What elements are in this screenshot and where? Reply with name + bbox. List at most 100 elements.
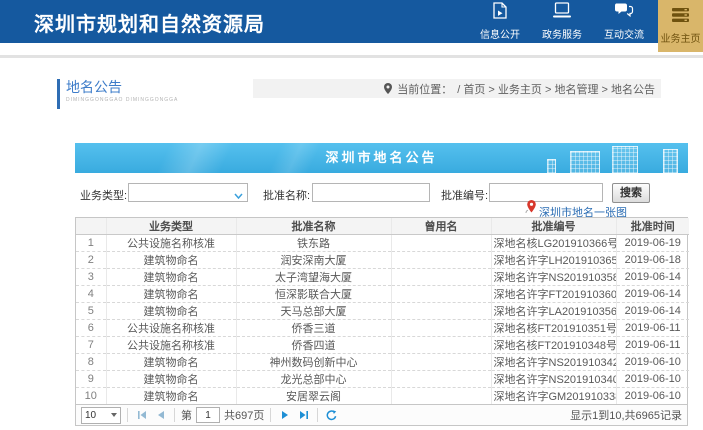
nav-item-interaction[interactable]: 互动交流 [593, 0, 655, 43]
table-cell: 2019-06-11 [616, 337, 689, 354]
table-row[interactable]: 10建筑物命名安居翠云阁深地名许字GM201910338号2019-06-10 [76, 388, 689, 405]
nav-item-business-home[interactable]: 业务主页 [658, 0, 703, 52]
table-cell: 侨香四道 [236, 337, 391, 354]
banner-title: 深圳市地名公告 [75, 143, 688, 173]
column-header: 批准编号 [491, 218, 616, 235]
table-cell: 建筑物命名 [106, 252, 236, 269]
table-row[interactable]: 7公共设施名称核准侨香四道深地名核FT201910348号2019-06-11 [76, 337, 689, 354]
table-cell [391, 354, 491, 371]
table-cell [391, 371, 491, 388]
section-accent-bar [57, 79, 60, 109]
approved-name-label: 批准名称: [263, 187, 310, 203]
nav-label: 信息公开 [480, 26, 520, 41]
nav-label: 业务主页 [661, 30, 701, 45]
table-cell: 龙光总部中心 [236, 371, 391, 388]
table-row[interactable]: 6公共设施名称核准侨香三道 深地名核FT201910351号2019-06-11 [76, 320, 689, 337]
table-cell: 2019-06-10 [616, 371, 689, 388]
table-cell: 建筑物命名 [106, 303, 236, 320]
header-nav: 信息公开 政务服务 互动交流 [469, 0, 655, 43]
first-page-button[interactable] [134, 407, 149, 423]
table-row[interactable]: 4建筑物命名恒深影联合大厦深地名许字FT201910360号2019-06-14 [76, 286, 689, 303]
header-divider [0, 55, 703, 58]
approved-name-input[interactable] [313, 184, 429, 201]
row-index: 5 [76, 303, 106, 320]
chevron-down-icon [234, 190, 243, 202]
row-index: 1 [76, 235, 106, 252]
page-number-input[interactable] [196, 407, 220, 423]
table-cell: 建筑物命名 [106, 269, 236, 286]
column-header: 批准名称 [236, 218, 391, 235]
page-size-select[interactable]: 10 [81, 407, 121, 424]
announcement-table: 业务类型批准名称曾用名批准编号批准时间 1公共设施名称核准铁东路深地名核LG20… [76, 218, 689, 404]
table-cell [391, 286, 491, 303]
breadcrumb-path[interactable]: / 首页 > 业务主页 > 地名管理 > 地名公告 [457, 81, 655, 97]
table-cell [391, 320, 491, 337]
table-row[interactable]: 3建筑物命名太子湾望海大厦深地名许字NS201910358号2019-06-14 [76, 269, 689, 286]
table-cell: 公共设施名称核准 [106, 320, 236, 337]
table-cell [391, 388, 491, 405]
table-cell [391, 252, 491, 269]
table-cell: 深地名核FT201910351号 [491, 320, 616, 337]
row-index: 10 [76, 388, 106, 405]
table-row[interactable]: 2建筑物命名润安深南大厦深地名许字LH201910365号2019-06-18 [76, 252, 689, 269]
table-cell: 深地名许字NS201910342号 [491, 354, 616, 371]
refresh-icon[interactable] [324, 407, 339, 423]
table-cell: 天马总部大厦 [236, 303, 391, 320]
prev-page-button[interactable] [153, 407, 168, 423]
table-cell [391, 235, 491, 252]
table-cell: 建筑物命名 [106, 388, 236, 405]
table-header-row: 业务类型批准名称曾用名批准编号批准时间 [76, 218, 689, 235]
row-index: 4 [76, 286, 106, 303]
table-cell: 2019-06-10 [616, 354, 689, 371]
chat-icon [614, 2, 634, 24]
header: 深圳市规划和自然资源局 信息公开 政务服务 互动交流 业务主页 [0, 0, 703, 43]
table-cell: 侨香三道 [236, 320, 391, 337]
table-cell [391, 269, 491, 286]
table-cell: 神州数码创新中心 [236, 354, 391, 371]
divider [270, 408, 271, 422]
site-title: 深圳市规划和自然资源局 [34, 8, 265, 37]
table-cell: 深地名许字FT201910360号 [491, 286, 616, 303]
page-title-pinyin: DIMINGGONGGAO DIMINGGONGGAO DIMINGGONGGA… [66, 97, 178, 103]
table-cell [391, 337, 491, 354]
table-cell: 铁东路 [236, 235, 391, 252]
table-row[interactable]: 9建筑物命名龙光总部中心深地名许字NS201910340号2019-06-10 [76, 371, 689, 388]
table-cell [391, 303, 491, 320]
row-index: 8 [76, 354, 106, 371]
next-page-button[interactable] [277, 407, 292, 423]
approval-number-input[interactable] [490, 184, 602, 201]
table-cell: 建筑物命名 [106, 354, 236, 371]
table-cell: 深地名许字NS201910358号 [491, 269, 616, 286]
divider [127, 408, 128, 422]
table-cell: 建筑物命名 [106, 286, 236, 303]
table-cell: 深地名许字LA201910356号 [491, 303, 616, 320]
nav-item-gov-services[interactable]: 政务服务 [531, 0, 593, 43]
table-cell: 2019-06-18 [616, 252, 689, 269]
pagination-bar: 10 第 共697页 显示1到10,共6965记录 [76, 404, 687, 425]
table-cell: 2019-06-11 [616, 320, 689, 337]
divider [174, 408, 175, 422]
records-summary: 显示1到10,共6965记录 [570, 407, 682, 423]
row-index: 2 [76, 252, 106, 269]
page-title: 地名公告 [66, 77, 122, 97]
nav-item-info-disclosure[interactable]: 信息公开 [469, 0, 531, 43]
table-row[interactable]: 8建筑物命名神州数码创新中心 深地名许字NS201910342号2019-06-1… [76, 354, 689, 371]
table-cell: 深地名核FT201910348号 [491, 337, 616, 354]
column-header: 业务类型 [106, 218, 236, 235]
table-row[interactable]: 1公共设施名称核准铁东路深地名核LG201910366号2019-06-19 [76, 235, 689, 252]
document-icon [492, 2, 508, 24]
row-index: 7 [76, 337, 106, 354]
table-cell: 深地名许字LH201910365号 [491, 252, 616, 269]
column-header: 批准时间 [616, 218, 689, 235]
table-row[interactable]: 5建筑物命名天马总部大厦深地名许字LA201910356号2019-06-14 [76, 303, 689, 320]
business-type-select[interactable] [128, 183, 248, 202]
row-index: 6 [76, 320, 106, 337]
table-cell: 安居翠云阁 [236, 388, 391, 405]
table-cell: 2019-06-14 [616, 286, 689, 303]
divider [317, 408, 318, 422]
table-cell: 太子湾望海大厦 [236, 269, 391, 286]
last-page-button[interactable] [296, 407, 311, 423]
table-cell: 公共设施名称核准 [106, 235, 236, 252]
table-cell: 建筑物命名 [106, 371, 236, 388]
page-label-suffix: 共697页 [224, 407, 264, 423]
